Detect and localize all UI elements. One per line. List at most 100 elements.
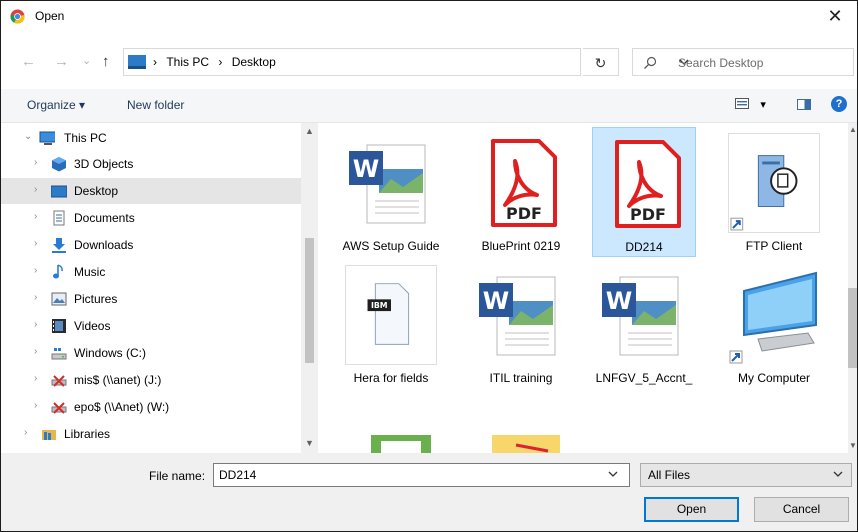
help-icon[interactable]: ? xyxy=(831,96,847,112)
navigation-pane-scrollbar[interactable]: ▲ ▼ xyxy=(301,123,318,453)
chevron-right-icon[interactable]: › xyxy=(34,373,37,384)
file-name: LNFGV_5_Accnt_ xyxy=(595,371,693,385)
word-icon: W xyxy=(602,276,679,356)
file-item-blueprint-0219[interactable]: PDF BluePrint 0219 xyxy=(469,127,573,257)
tree-item-documents[interactable]: › Documents xyxy=(1,205,301,231)
tree-label: Documents xyxy=(74,211,135,225)
scroll-up-icon[interactable]: ▲ xyxy=(849,125,857,134)
chrome-icon xyxy=(10,9,25,24)
pdf-icon: PDF xyxy=(491,139,557,227)
scrollbar-thumb[interactable] xyxy=(305,238,314,363)
word-icon: W xyxy=(349,144,426,224)
download-icon xyxy=(52,238,66,253)
navigation-bar: ← → ⌄ ↑ › This PC › Desktop ↻ Search Des… xyxy=(1,45,857,79)
view-dropdown-arrow[interactable]: ▾ xyxy=(760,99,766,111)
file-name: BluePrint 0219 xyxy=(481,239,561,253)
tree-item-downloads[interactable]: › Downloads xyxy=(1,232,301,258)
up-button[interactable]: ↑ xyxy=(102,53,110,70)
title-bar: Open ✕ xyxy=(1,1,857,32)
desktop-icon xyxy=(51,185,67,198)
file-item-itil-training[interactable]: W ITIL training xyxy=(469,259,573,389)
scroll-down-icon[interactable]: ▼ xyxy=(305,438,314,448)
file-type-filter[interactable]: All Files xyxy=(640,463,852,487)
cancel-button[interactable]: Cancel xyxy=(754,497,849,522)
tree-item-libraries[interactable]: › Libraries xyxy=(1,421,301,447)
chevron-right-icon[interactable]: › xyxy=(34,157,37,168)
file-name: Hera for fields xyxy=(353,371,429,385)
svg-text:W: W xyxy=(483,287,509,315)
svg-text:W: W xyxy=(353,155,379,183)
back-button[interactable]: ← xyxy=(21,53,36,70)
tree-item-videos[interactable]: › Videos xyxy=(1,313,301,339)
address-bar[interactable]: › This PC › Desktop xyxy=(123,48,689,76)
chevron-right-icon[interactable]: › xyxy=(34,292,37,303)
file-item-ftp-client[interactable]: FTP Client xyxy=(722,127,826,257)
file-item-aws-setup-guide[interactable]: W AWS Setup Guide xyxy=(339,127,443,257)
breadcrumb-desktop[interactable]: Desktop xyxy=(232,55,276,69)
tree-label: mis$ (\\anet) (J:) xyxy=(74,373,162,387)
navigation-pane: ⌄ This PC › 3D Objects › Desktop › Docum… xyxy=(1,123,319,453)
tree-label: Videos xyxy=(74,319,111,333)
organize-button[interactable]: Organize ▾ xyxy=(27,98,85,112)
new-folder-button[interactable]: New folder xyxy=(127,98,184,112)
chevron-right-icon[interactable]: › xyxy=(34,346,37,357)
file-item-hera-for-fields[interactable]: IBM Hera for fields xyxy=(339,259,443,389)
chevron-right-icon[interactable]: › xyxy=(34,184,37,195)
view-icon xyxy=(735,98,749,109)
refresh-button[interactable]: ↻ xyxy=(583,48,619,76)
tree-item-this-pc[interactable]: ⌄ This PC xyxy=(1,125,301,151)
drive-icon xyxy=(51,348,67,360)
file-name: AWS Setup Guide xyxy=(342,239,440,253)
picture-icon xyxy=(51,292,67,306)
tree-item-pictures[interactable]: › Pictures xyxy=(1,286,301,312)
tree-label: Desktop xyxy=(74,184,119,198)
change-view-button[interactable]: ▾ xyxy=(735,98,766,113)
scrollbar-thumb[interactable] xyxy=(848,288,857,368)
file-list: W AWS Setup Guide PDF BluePrint 0219 PDF… xyxy=(321,123,848,453)
file-list-scrollbar[interactable]: ▲ ▼ xyxy=(848,123,857,453)
pdf-icon: PDF xyxy=(615,140,681,228)
file-name-label: File name: xyxy=(149,469,206,483)
pc-icon xyxy=(39,131,55,145)
tree-item-3d-objects[interactable]: › 3D Objects xyxy=(1,151,301,177)
tree-label: Music xyxy=(74,265,106,279)
chevron-right-icon[interactable]: › xyxy=(34,265,37,276)
scroll-up-icon[interactable]: ▲ xyxy=(305,126,314,136)
file-name-field[interactable]: DD214 xyxy=(213,463,630,487)
computer-shortcut-icon xyxy=(729,271,817,364)
tree-item-mis-j[interactable]: › mis$ (\\anet) (J:) xyxy=(1,367,301,393)
forward-button[interactable]: → xyxy=(54,53,69,70)
tree-item-desktop[interactable]: › Desktop xyxy=(1,178,301,204)
chevron-right-icon[interactable]: › xyxy=(34,238,37,249)
tree-label: Windows (C:) xyxy=(74,346,147,360)
breadcrumb: › This PC › Desktop xyxy=(153,55,282,69)
chevron-down-icon[interactable] xyxy=(608,469,618,479)
close-button[interactable]: ✕ xyxy=(813,1,857,32)
breadcrumb-this-pc[interactable]: This PC xyxy=(166,55,209,69)
excel-icon xyxy=(371,435,431,453)
file-item-lnfgv-5-accnt[interactable]: W LNFGV_5_Accnt_ xyxy=(592,259,696,389)
tree-label: Pictures xyxy=(74,292,118,306)
chevron-right-icon[interactable]: › xyxy=(24,427,27,438)
search-input[interactable]: Search Desktop xyxy=(632,48,854,76)
chevron-down-icon[interactable] xyxy=(833,469,843,479)
tree-item-windows-c[interactable]: › Windows (C:) xyxy=(1,340,301,366)
file-dialog-footer: File name: DD214 All Files Open Cancel xyxy=(1,453,857,531)
file-item-dd214[interactable]: PDF DD214 xyxy=(592,127,696,257)
scroll-down-icon[interactable]: ▼ xyxy=(849,441,857,450)
tree-item-music[interactable]: › Music xyxy=(1,259,301,285)
file-name: FTP Client xyxy=(745,239,803,253)
tree-item-epo-w[interactable]: › epo$ (\\Anet) (W:) xyxy=(1,394,301,420)
file-item-my-computer[interactable]: My Computer xyxy=(722,259,826,389)
document-icon xyxy=(53,210,65,226)
ftp-shortcut-icon xyxy=(728,133,820,233)
window-title: Open xyxy=(35,9,65,23)
recent-locations-button[interactable]: ⌄ xyxy=(82,54,91,67)
chevron-down-icon[interactable]: ⌄ xyxy=(24,131,32,142)
open-button[interactable]: Open xyxy=(644,497,739,522)
chevron-right-icon[interactable]: › xyxy=(34,211,37,222)
preview-pane-icon[interactable] xyxy=(797,99,811,110)
chevron-right-icon[interactable]: › xyxy=(34,400,37,411)
chevron-right-icon[interactable]: › xyxy=(34,319,37,330)
svg-text:W: W xyxy=(606,287,632,315)
